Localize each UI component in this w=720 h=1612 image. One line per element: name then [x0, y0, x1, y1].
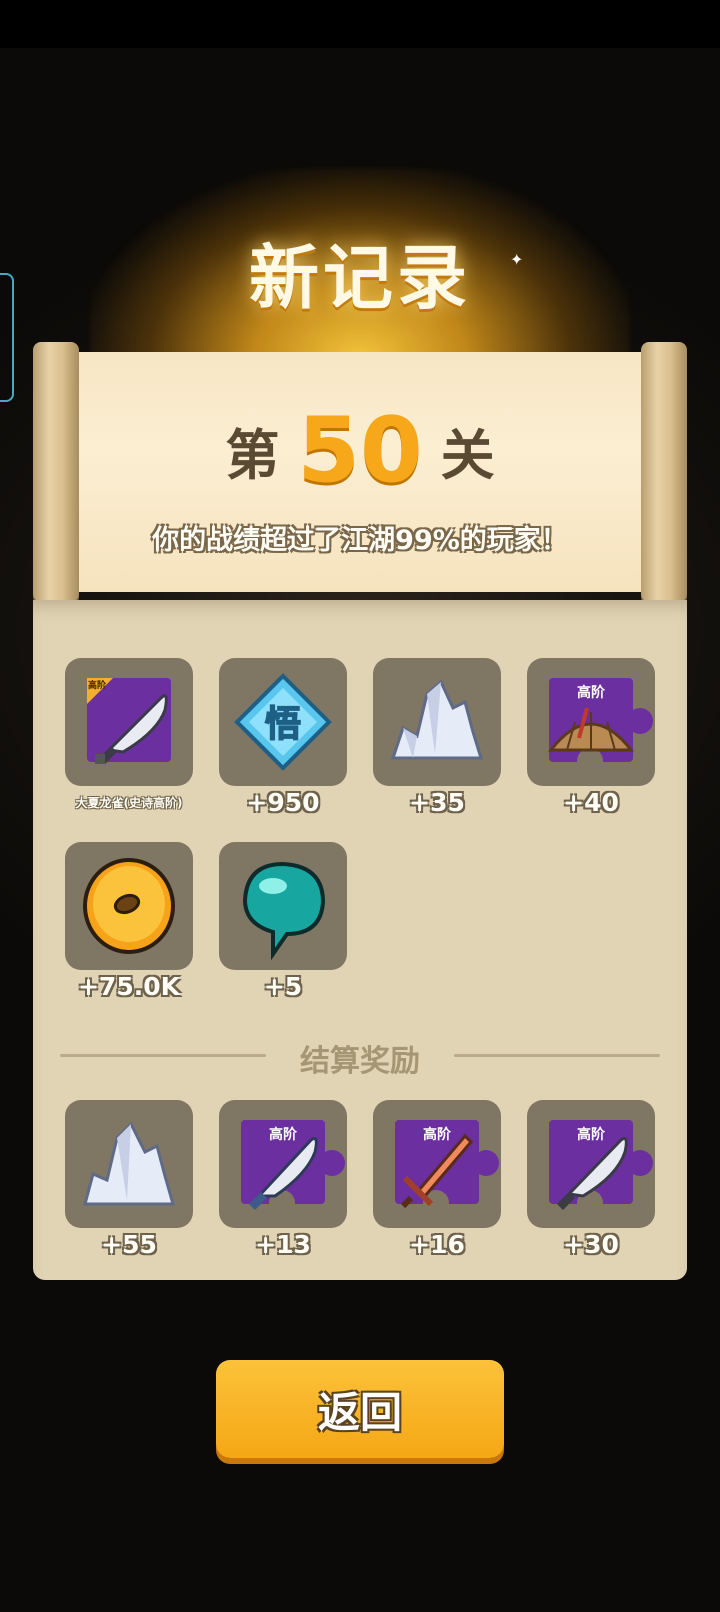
settlement-title: 结算奖励 — [300, 1044, 420, 1079]
crystal-shard-icon — [390, 679, 484, 760]
level-suffix: 关 — [440, 424, 495, 487]
blade-fragment-icon — [249, 1137, 318, 1210]
level-number: 50 — [297, 398, 423, 503]
sparkle-icon: ✦ — [510, 250, 524, 269]
reward-item[interactable]: 高阶 +40 — [527, 658, 655, 817]
gold-coin-icon — [83, 858, 175, 954]
epic-badge-icon: 高阶 — [88, 681, 107, 691]
reward-item[interactable]: +5 — [219, 842, 347, 1001]
crystal-shard-icon — [83, 1121, 175, 1206]
back-button[interactable]: 返回 — [216, 1360, 504, 1458]
level-prefix: 第 — [225, 424, 280, 487]
settlement-caption: +16 — [409, 1230, 465, 1259]
tier-tag: 高阶 — [577, 1127, 605, 1143]
settlement-caption: +30 — [563, 1230, 619, 1259]
reward-item[interactable]: +75.0K — [65, 842, 193, 1001]
reward-item[interactable]: 悟 +950 — [219, 658, 347, 817]
reward-caption: +40 — [563, 788, 619, 817]
settlement-item[interactable]: 高阶 +13 — [219, 1100, 347, 1259]
reward-caption: +950 — [246, 788, 320, 817]
tier-tag: 高阶 — [269, 1127, 297, 1143]
reward-caption: +75.0K — [77, 972, 180, 1001]
reward-caption: +5 — [263, 972, 303, 1001]
tier-tag: 高阶 — [577, 685, 605, 701]
scimitar-icon — [95, 694, 168, 764]
tier-tag: 高阶 — [423, 1127, 451, 1143]
settlement-caption: +55 — [101, 1230, 157, 1259]
wu-insight-gem-icon: 悟 — [234, 673, 332, 771]
ranking-text: 你的战绩超过了江湖99%的玩家！ — [152, 525, 568, 556]
settlement-item[interactable]: +55 — [65, 1100, 193, 1259]
teal-soul-orb-icon — [242, 861, 326, 961]
settlement-item[interactable]: 高阶 +16 — [373, 1100, 501, 1259]
level-indicator: 第 50 关 — [0, 398, 720, 503]
reward-caption: 大夏龙雀(史诗高阶) — [75, 796, 183, 810]
settlement-caption: +13 — [255, 1230, 311, 1259]
reward-item[interactable]: 高阶 大夏龙雀(史诗高阶) — [65, 658, 193, 811]
straw-hat-fragment-icon — [547, 707, 635, 752]
reward-item[interactable]: +35 — [373, 658, 501, 817]
sword-fragment-icon — [400, 1133, 474, 1209]
back-button-label: 返回 — [317, 1387, 402, 1437]
gem-glyph: 悟 — [265, 704, 301, 745]
settlement-item[interactable]: 高阶 +30 — [527, 1100, 655, 1259]
new-record-title: 新记录 — [249, 237, 471, 319]
scimitar-fragment-icon — [557, 1137, 628, 1210]
reward-caption: +35 — [409, 788, 465, 817]
